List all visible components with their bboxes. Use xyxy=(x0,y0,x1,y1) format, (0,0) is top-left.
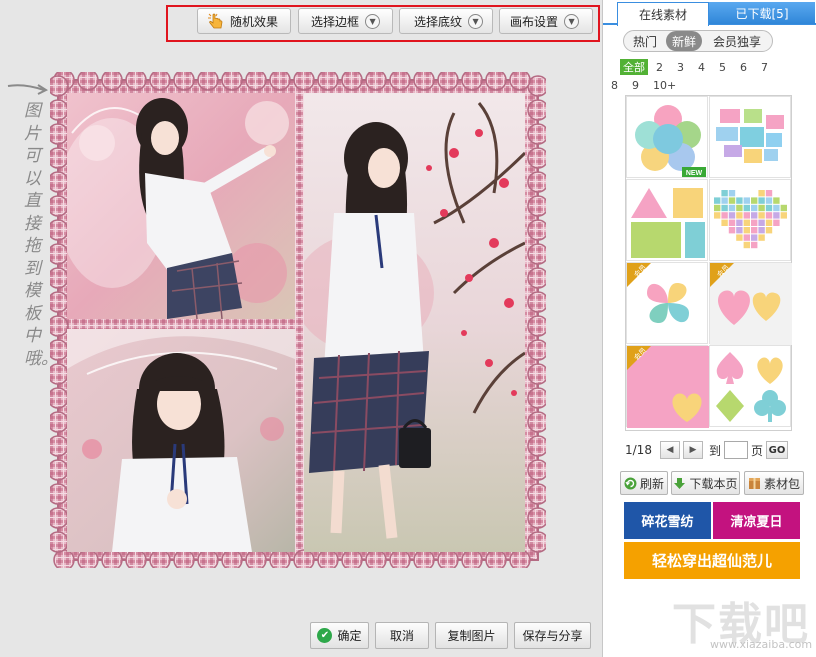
select-texture-button[interactable]: 选择底纹 ▼ xyxy=(399,8,493,34)
count-5[interactable]: 5 xyxy=(719,61,726,74)
material-pack-label: 素材包 xyxy=(763,476,800,491)
chevron-down-icon: ▼ xyxy=(564,13,580,29)
site-watermark: 下载吧 www.xiazaiba.com xyxy=(650,588,816,654)
goto-prefix: 到 xyxy=(708,443,721,458)
hint-text: 图片可以直接拖到模板中哦。 xyxy=(24,101,58,369)
select-frame-button[interactable]: 选择边框 ▼ xyxy=(298,8,393,34)
drag-hint: 图片可以直接拖到模板中哦。 xyxy=(6,80,58,369)
pink-heart-template-preview: 会员 xyxy=(627,346,709,428)
material-pack-button[interactable]: 素材包 xyxy=(744,471,804,495)
pointing-hand-icon xyxy=(208,13,223,28)
template-thumbnail[interactable] xyxy=(709,345,791,427)
go-button[interactable]: GO xyxy=(765,441,788,459)
template-thumbnail[interactable]: 会员 xyxy=(709,262,792,345)
template-grid: NEW 会员 会员 会员 xyxy=(625,95,792,431)
template-thumbnail[interactable]: 会员 xyxy=(626,345,709,428)
filter-vip-only[interactable]: 会员独享 xyxy=(702,31,772,51)
prev-page-button[interactable]: ◀ xyxy=(659,441,680,459)
editor-area: 随机效果 选择边框 ▼ 选择底纹 ▼ 画布设置 ▼ 图片可以直接拖到模板中哦。 xyxy=(0,0,602,657)
download-arrow-icon xyxy=(674,477,686,489)
refresh-icon xyxy=(624,477,637,489)
cancel-label: 取消 xyxy=(389,629,414,643)
refresh-button[interactable]: 刷新 xyxy=(620,471,668,495)
copy-image-button[interactable]: 复制图片 xyxy=(435,622,508,649)
photo-slot-3[interactable] xyxy=(67,329,295,552)
chevron-down-icon: ▼ xyxy=(468,13,484,29)
promo-floral-chiffon[interactable]: 碎花雪纺 xyxy=(624,502,711,539)
chevron-down-icon: ▼ xyxy=(365,13,381,29)
filter-group: 热门 新鲜 会员独享 xyxy=(623,30,773,52)
random-effect-button[interactable]: 随机效果 xyxy=(197,8,291,34)
pixel-heart-template-preview xyxy=(714,190,787,249)
template-thumbnail[interactable]: 会员 xyxy=(626,262,708,344)
count-all[interactable]: 全部 xyxy=(620,59,648,75)
photo-slot-2[interactable] xyxy=(304,93,525,552)
template-thumbnail[interactable] xyxy=(626,179,708,261)
count-9[interactable]: 9 xyxy=(632,79,639,92)
flower-template-preview: NEW xyxy=(635,105,706,177)
curved-arrow-icon xyxy=(7,84,49,95)
photo-umbrella-girl-looking-up xyxy=(67,93,295,319)
count-row-2: 8 9 10+ xyxy=(611,76,813,94)
select-frame-label: 选择边框 xyxy=(311,14,360,29)
template-thumbnail[interactable] xyxy=(709,179,791,261)
mosaic-template-preview xyxy=(716,109,784,163)
save-and-share-label: 保存与分享 xyxy=(522,629,583,643)
photo-girl-under-blossoms xyxy=(304,93,525,552)
cancel-button[interactable]: 取消 xyxy=(375,622,429,649)
select-texture-label: 选择底纹 xyxy=(414,14,463,29)
tab-downloaded[interactable]: 已下载[5] xyxy=(709,2,815,24)
next-page-button[interactable]: ▶ xyxy=(682,441,703,459)
promo-cool-summer[interactable]: 清凉夏日 xyxy=(713,502,800,539)
count-6[interactable]: 6 xyxy=(740,61,747,74)
watermark-url: www.xiazaiba.com xyxy=(710,638,813,651)
page-number-input[interactable] xyxy=(723,441,748,459)
count-8[interactable]: 8 xyxy=(611,79,618,92)
tab-online-materials[interactable]: 在线素材 xyxy=(617,2,709,26)
filter-hot[interactable]: 热门 xyxy=(624,31,666,51)
template-thumbnail[interactable] xyxy=(709,96,791,178)
download-page-button[interactable]: 下载本页 xyxy=(671,471,740,495)
new-badge: NEW xyxy=(686,170,703,177)
pagination: 1/18 ◀ ▶ 到 页 GO xyxy=(625,440,813,460)
card-suits-template-preview xyxy=(716,352,786,422)
download-page-label: 下载本页 xyxy=(689,476,738,491)
check-icon: ✔ xyxy=(317,628,333,643)
count-2[interactable]: 2 xyxy=(656,61,663,74)
refresh-label: 刷新 xyxy=(639,476,664,491)
count-3[interactable]: 3 xyxy=(677,61,684,74)
triangle-template-preview xyxy=(631,188,705,258)
collage-canvas[interactable] xyxy=(50,72,546,568)
count-row-1: 全部 2 3 4 5 6 7 xyxy=(620,58,813,76)
count-4[interactable]: 4 xyxy=(698,61,705,74)
photo-count-filter: 全部 2 3 4 5 6 7 8 9 10+ xyxy=(611,58,813,94)
goto-suffix: 页 xyxy=(750,443,763,458)
material-panel: 在线素材 已下载[5] 热门 新鲜 会员独享 全部 2 3 4 5 6 7 8 … xyxy=(602,0,816,657)
confirm-label: 确定 xyxy=(337,629,362,643)
filter-new[interactable]: 新鲜 xyxy=(666,31,702,51)
canvas-settings-button[interactable]: 画布设置 ▼ xyxy=(499,8,593,34)
count-7[interactable]: 7 xyxy=(761,61,768,74)
random-effect-label: 随机效果 xyxy=(230,14,279,29)
page-indicator: 1/18 xyxy=(625,443,652,457)
promo-fairy-style[interactable]: 轻松穿出超仙范儿 xyxy=(624,542,800,579)
photo-umbrella-girl-smiling xyxy=(67,329,295,552)
canvas-settings-label: 画布设置 xyxy=(510,14,559,29)
save-and-share-button[interactable]: 保存与分享 xyxy=(514,622,591,649)
copy-image-label: 复制图片 xyxy=(447,629,496,643)
confirm-button[interactable]: ✔ 确定 xyxy=(310,622,369,649)
panel-tabs: 在线素材 已下载[5] xyxy=(603,0,816,26)
count-10-plus[interactable]: 10+ xyxy=(653,79,676,92)
photo-slot-1[interactable] xyxy=(67,93,295,319)
package-icon xyxy=(748,477,760,489)
two-hearts-template-preview: 会员 xyxy=(710,263,792,345)
heart-clover-template-preview: 会员 xyxy=(627,263,689,323)
template-thumbnail[interactable]: NEW xyxy=(626,96,708,178)
